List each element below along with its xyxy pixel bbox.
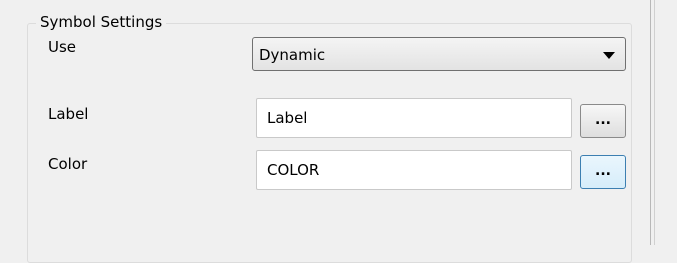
symbol-settings-panel: Symbol Settings Use Dynamic Label Label … (0, 0, 650, 263)
label-field-label: Label (48, 105, 89, 123)
use-label: Use (48, 38, 77, 56)
color-input-value: COLOR (267, 161, 320, 179)
vertical-divider (650, 0, 651, 245)
label-input-value: Label (267, 109, 308, 127)
group-title: Symbol Settings (36, 12, 167, 32)
color-input[interactable]: COLOR (256, 150, 572, 190)
use-dropdown[interactable]: Dynamic (252, 37, 626, 71)
label-input[interactable]: Label (256, 98, 572, 138)
use-dropdown-value: Dynamic (259, 46, 326, 64)
label-browse-button[interactable]: ... (580, 104, 626, 138)
color-field-label: Color (48, 155, 88, 173)
chevron-down-icon (603, 52, 615, 59)
right-scroll-area (655, 0, 677, 245)
color-browse-button[interactable]: ... (580, 155, 626, 189)
